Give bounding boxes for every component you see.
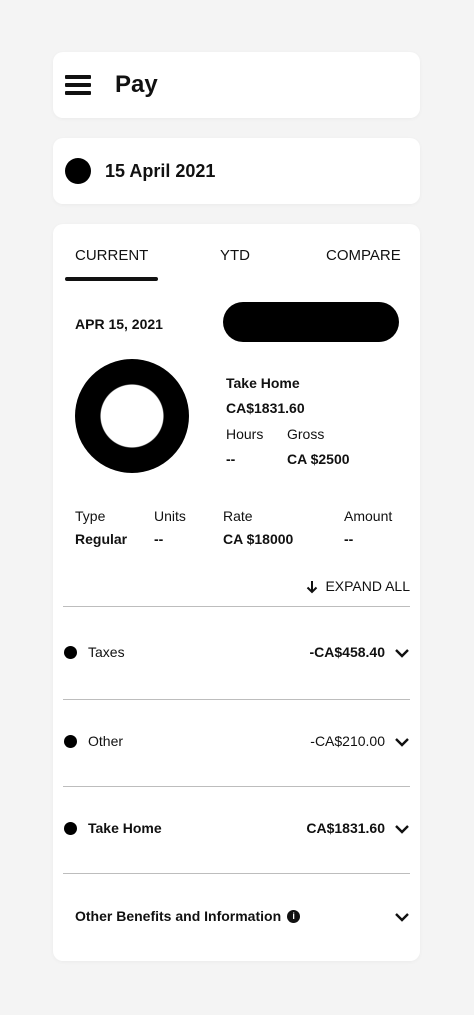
divider	[63, 873, 410, 874]
gross-label: Gross	[287, 426, 325, 442]
circle-icon	[64, 822, 77, 835]
benefits-label: Other Benefits and Information	[75, 908, 282, 924]
menu-icon[interactable]	[65, 75, 91, 95]
section-label: Taxes	[88, 644, 125, 660]
divider	[63, 606, 410, 607]
chevron-down-icon[interactable]	[394, 909, 410, 925]
section-label: Other	[88, 733, 124, 749]
take-home-label: Take Home	[226, 375, 300, 391]
expand-all-label: EXPAND ALL	[325, 578, 410, 594]
take-home-value: CA$1831.60	[226, 400, 305, 416]
section-other[interactable]: Other -CA$210.00	[53, 722, 420, 762]
section-other-benefits[interactable]: Other Benefits and Information i	[53, 897, 420, 937]
tab-current[interactable]: CURRENT	[75, 247, 148, 265]
earning-type: Regular	[75, 531, 128, 547]
chevron-down-icon[interactable]	[394, 645, 410, 661]
pay-details-card: CURRENT YTD COMPARE APR 15, 2021 Take Ho…	[53, 224, 420, 961]
expand-all-button[interactable]: EXPAND ALL	[305, 578, 410, 595]
divider	[63, 699, 410, 700]
tab-ytd[interactable]: YTD	[220, 247, 250, 265]
tab-compare[interactable]: COMPARE	[326, 247, 401, 265]
divider	[63, 786, 410, 787]
benefits-label-group: Other Benefits and Information i	[75, 908, 301, 925]
chevron-down-icon[interactable]	[394, 734, 410, 750]
section-amount: -CA$210.00	[310, 733, 385, 749]
section-amount: -CA$458.40	[309, 644, 386, 660]
page-title: Pay	[115, 71, 158, 98]
column-header-type: Type	[75, 508, 106, 524]
column-header-rate: Rate	[223, 508, 253, 524]
selected-date: 15 April 2021	[105, 161, 216, 181]
redacted-block	[223, 302, 399, 342]
section-take-home[interactable]: Take Home CA$1831.60	[53, 809, 420, 849]
circle-icon	[64, 646, 77, 659]
hours-value: --	[226, 451, 236, 467]
chevron-down-icon[interactable]	[394, 821, 410, 837]
pay-date: APR 15, 2021	[75, 316, 163, 332]
earning-amount: --	[344, 531, 354, 547]
column-header-units: Units	[154, 508, 186, 524]
section-taxes[interactable]: Taxes -CA$458.40	[53, 633, 420, 673]
column-header-amount: Amount	[344, 508, 393, 524]
earning-units: --	[154, 531, 164, 547]
earning-rate: CA $18000	[223, 531, 294, 547]
date-selector[interactable]: 15 April 2021	[53, 138, 420, 204]
gross-value: CA $2500	[287, 451, 350, 467]
circle-icon	[64, 735, 77, 748]
active-tab-indicator	[65, 277, 158, 281]
circle-icon	[65, 158, 91, 184]
section-amount: CA$1831.60	[306, 820, 385, 836]
arrow-down-icon	[307, 580, 318, 593]
pay-breakdown-donut	[75, 359, 189, 473]
hours-label: Hours	[226, 426, 264, 442]
info-icon[interactable]: i	[287, 910, 301, 923]
section-label: Take Home	[88, 820, 162, 836]
header-card: Pay	[53, 52, 420, 118]
